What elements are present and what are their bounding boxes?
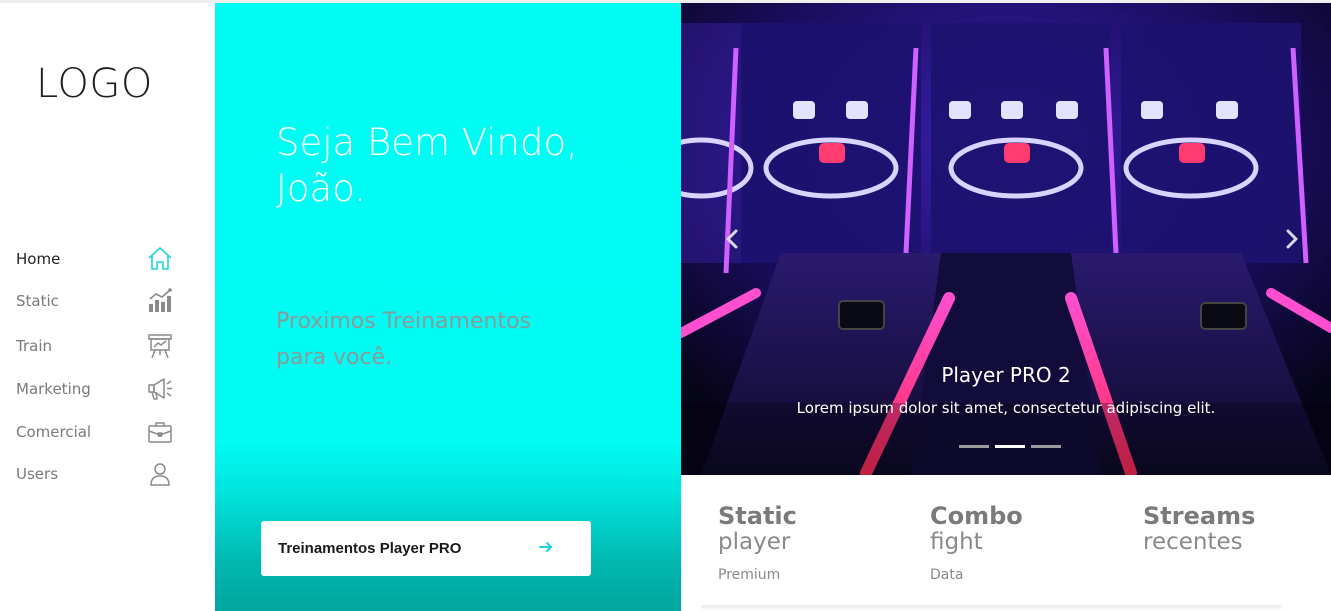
bar-chart-icon xyxy=(149,288,172,312)
upcoming-trainings-text: Proximos Treinamentos para você. xyxy=(276,309,531,370)
sidebar-item-label: Users xyxy=(16,465,59,483)
logo[interactable]: LOGO xyxy=(36,61,153,107)
slide-caption-title: Player PRO 2 xyxy=(941,363,1071,387)
stat-note: Premium xyxy=(718,567,781,583)
sidebar-item-label: Marketing xyxy=(16,380,91,398)
image-carousel[interactable]: Player PRO 2 Lorem ipsum dolor sit amet,… xyxy=(681,3,1331,475)
stat-card-static[interactable]: Static player Premium xyxy=(718,503,797,583)
sidebar-item-label: Static xyxy=(16,292,59,310)
slide-caption-text: Lorem ipsum dolor sit amet, consectetur … xyxy=(796,399,1216,417)
user-icon xyxy=(150,463,170,486)
welcome-panel: Seja Bem Vindo, João. Proximos Treinamen… xyxy=(215,3,681,611)
carousel-indicator[interactable] xyxy=(959,445,989,448)
stats-panel: Static player Premium Combo fight Data S… xyxy=(681,475,1331,611)
sidebar: LOGO Home Static Train Marketing Comerci… xyxy=(0,3,215,611)
sidebar-item-train[interactable]: Train xyxy=(0,329,215,365)
stat-title: Streams xyxy=(1143,502,1256,530)
arrow-right-icon xyxy=(539,542,552,552)
stat-title: Static xyxy=(718,502,797,530)
sidebar-item-users[interactable]: Users xyxy=(0,457,215,493)
sidebar-item-static[interactable]: Static xyxy=(0,284,215,320)
presentation-board-icon xyxy=(148,334,172,359)
panel-divider xyxy=(701,605,1281,611)
briefcase-icon xyxy=(148,422,172,443)
chevron-left-icon[interactable] xyxy=(721,227,743,251)
cta-label: Treinamentos Player PRO xyxy=(278,540,462,557)
sidebar-item-home[interactable]: Home xyxy=(0,242,215,278)
sidebar-item-label: Home xyxy=(16,250,61,268)
stat-subtitle: fight xyxy=(930,529,983,555)
sidebar-item-comercial[interactable]: Comercial xyxy=(0,415,215,451)
stat-title: Combo xyxy=(930,502,1023,530)
carousel-indicator[interactable] xyxy=(1031,445,1061,448)
sidebar-item-label: Comercial xyxy=(16,423,92,441)
stat-subtitle: recentes xyxy=(1143,529,1243,555)
chevron-right-icon[interactable] xyxy=(1281,227,1303,251)
trainings-player-pro-button[interactable]: Treinamentos Player PRO xyxy=(261,521,591,576)
stat-card-combo[interactable]: Combo fight Data xyxy=(930,503,1023,583)
stat-note: Data xyxy=(930,567,964,583)
stat-card-streams[interactable]: Streams recentes xyxy=(1143,503,1255,555)
megaphone-icon xyxy=(148,378,172,400)
carousel-indicator-active[interactable] xyxy=(995,445,1025,448)
welcome-heading: Seja Bem Vindo, João. xyxy=(276,121,578,210)
home-icon xyxy=(148,247,172,270)
sidebar-item-marketing[interactable]: Marketing xyxy=(0,372,215,408)
sidebar-item-label: Train xyxy=(16,337,52,355)
stat-subtitle: player xyxy=(718,529,791,555)
